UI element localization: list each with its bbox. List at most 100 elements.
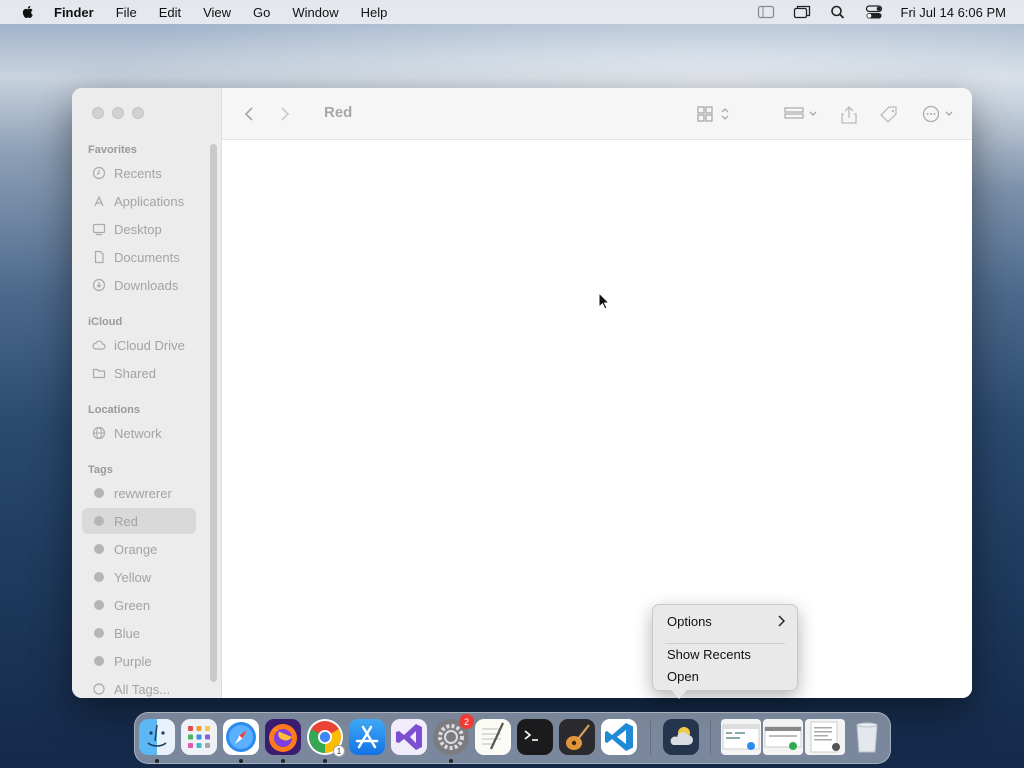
dock-minimized-window-1[interactable] [721,719,761,755]
close-button[interactable] [92,107,104,119]
sidebar-all-tags[interactable]: All Tags... [82,676,196,698]
sidebar-item-label: Purple [114,653,152,669]
menu-finder[interactable]: Finder [54,5,94,20]
applications-icon [94,195,104,207]
clock-icon [92,166,106,180]
chrome-badge: 1 [333,745,345,757]
back-icon[interactable] [242,105,256,123]
sidebar-item-downloads[interactable]: Downloads [82,272,196,298]
sidebar-item-icloud-drive[interactable]: iCloud Drive [82,332,196,358]
sidebar-icon[interactable] [757,4,775,20]
dock-app-textedit[interactable] [475,719,511,755]
menu-window[interactable]: Window [292,5,338,20]
sidebar-item-desktop[interactable]: Desktop [82,216,196,242]
sidebar-item-label: Green [114,597,151,613]
control-center-icon[interactable] [865,4,883,20]
textedit-icon [482,722,504,750]
sidebar-tag-blue[interactable]: Blue [82,620,196,646]
dock-divider [710,721,711,755]
share-icon[interactable] [840,105,858,125]
dock-app-finder[interactable] [139,719,175,755]
dock-divider [650,721,651,755]
sidebar-item-label: iCloud Drive [114,337,185,353]
dock-app-garageband[interactable] [559,719,595,755]
dock-app-vscode[interactable] [601,719,637,755]
menu-view[interactable]: View [203,5,231,20]
dock-app-weather[interactable] [663,719,699,755]
window-toolbar: Red [222,88,972,140]
terminal-icon [524,730,538,741]
sidebar-tag-yellow[interactable]: Yellow [82,564,196,590]
sidebar-item-recents[interactable]: Recents [82,160,196,186]
menu-file[interactable]: File [116,5,137,20]
mouse-cursor-icon [598,292,610,310]
sidebar-header-locations: Locations [88,404,140,416]
tag-dot-icon [94,488,104,498]
sidebar-scrollbar[interactable] [210,144,217,682]
network-icon [92,426,106,440]
view-grid-icon[interactable] [697,105,731,123]
sidebar-tag-purple[interactable]: Purple [82,648,196,674]
search-icon[interactable] [829,4,847,20]
sidebar-item-label: Orange [114,541,158,557]
window-thumbnail-icon [722,724,760,750]
sidebar-item-label: Recents [114,165,162,181]
menu-help[interactable]: Help [361,5,388,20]
document-icon [94,250,104,264]
tag-dot-icon [94,628,104,638]
sidebar-item-label: Applications [114,193,185,209]
weather-icon [670,727,693,745]
dock-app-system-settings[interactable]: 2 [433,714,474,755]
menu-item-options[interactable]: Options [667,611,785,631]
apple-menu-icon[interactable] [20,4,36,20]
dock-app-visual-studio[interactable] [391,719,427,755]
sidebar-item-label: Blue [114,625,141,641]
minimize-button[interactable] [112,107,124,119]
screen-mirror-icon[interactable] [793,4,811,20]
sidebar-item-documents[interactable]: Documents [82,244,196,270]
tag-icon[interactable] [879,105,899,125]
dock-app-launchpad[interactable] [181,719,217,755]
sidebar-item-label: Desktop [114,221,162,237]
dock-context-menu: Options Show Recents Open [652,604,798,691]
sidebar-tag-green[interactable]: Green [82,592,196,618]
menu-go[interactable]: Go [253,5,270,20]
notification-badge: 2 [459,714,474,729]
download-icon [92,278,106,292]
sidebar-item-shared[interactable]: Shared [82,360,196,386]
group-icon[interactable] [784,105,820,123]
dock-trash[interactable] [849,719,885,755]
dock-minimized-window-2[interactable] [763,719,803,755]
forward-icon[interactable] [278,105,292,123]
more-icon[interactable] [922,105,958,123]
zoom-button[interactable] [132,107,144,119]
window-thumbnail-icon [810,721,840,753]
sidebar-tag-orange[interactable]: Orange [82,536,196,562]
running-indicator [155,759,159,763]
dock-app-chrome[interactable]: 1 [307,719,345,757]
sidebar-item-label: All Tags... [114,681,171,697]
menu-bar: Finder File Edit View Go Window Help Fri… [0,0,1024,24]
file-browser-area[interactable] [222,140,972,698]
dock-app-app-store[interactable] [349,719,385,755]
window-thumbnail-icon [764,726,802,750]
sidebar-item-applications[interactable]: Applications [82,188,196,214]
menu-edit[interactable]: Edit [159,5,181,20]
visual-studio-icon [396,724,422,750]
dock-app-firefox[interactable] [265,719,301,755]
running-indicator [239,759,243,763]
menu-clock[interactable]: Fri Jul 14 6:06 PM [901,5,1007,20]
sidebar-tag-red[interactable]: Red [82,508,196,534]
sidebar-item-label: Network [114,425,162,441]
dock-app-terminal[interactable] [517,719,553,755]
menu-item-show-recents[interactable]: Show Recents [667,644,785,664]
sidebar-item-network[interactable]: Network [82,420,196,446]
menu-item-open[interactable]: Open [667,666,785,686]
dock-minimized-window-3[interactable] [805,719,845,755]
sidebar-tag-rewwrerer[interactable]: rewwrerer [82,480,196,506]
running-indicator [323,759,327,763]
menu-item-label: Show Recents [667,646,751,662]
all-tags-icon [93,683,105,695]
dock-app-safari[interactable] [223,719,259,755]
dock: 1 2 [134,712,891,764]
